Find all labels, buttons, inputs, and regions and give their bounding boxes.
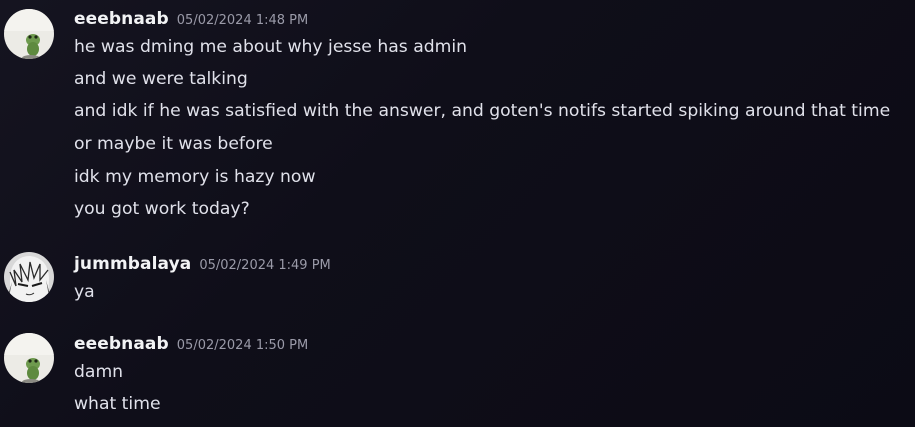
frog-figurine-icon — [4, 9, 54, 59]
message-header: eeebnaab 05/02/2024 1:48 PM — [74, 9, 308, 29]
manga-character-icon — [4, 252, 54, 302]
message-text: or maybe it was before — [74, 134, 273, 154]
username[interactable]: eeebnaab — [74, 9, 169, 29]
message-text: he was dming me about why jesse has admi… — [74, 37, 468, 57]
message-text: what time — [74, 394, 161, 414]
frog-figurine-icon — [4, 333, 54, 383]
message-header: eeebnaab 05/02/2024 1:50 PM — [74, 334, 308, 354]
timestamp: 05/02/2024 1:48 PM — [176, 13, 309, 28]
avatar[interactable] — [4, 333, 54, 383]
username[interactable]: eeebnaab — [74, 334, 169, 354]
timestamp: 05/02/2024 1:50 PM — [176, 338, 309, 353]
message-text: and we were talking — [74, 69, 248, 89]
avatar[interactable] — [4, 252, 54, 302]
message-text: idk my memory is hazy now — [74, 167, 316, 187]
message-text: ya — [74, 282, 95, 302]
message-text: you got work today? — [74, 199, 250, 219]
username[interactable]: jummbalaya — [74, 254, 191, 274]
message-header: jummbalaya 05/02/2024 1:49 PM — [74, 254, 331, 274]
avatar[interactable] — [4, 9, 54, 59]
timestamp: 05/02/2024 1:49 PM — [199, 258, 331, 273]
message-text: and idk if he was satisfied with the ans… — [74, 101, 891, 121]
message-text: damn — [74, 362, 124, 382]
